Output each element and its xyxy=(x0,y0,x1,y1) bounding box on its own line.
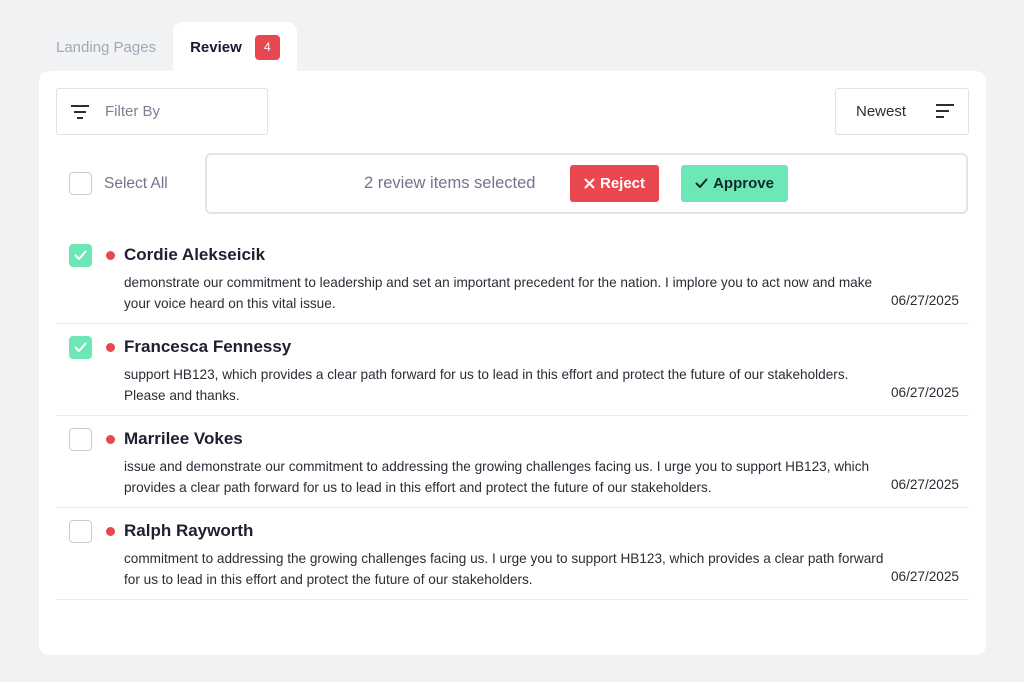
list-item[interactable]: Ralph Rayworth commitment to addressing … xyxy=(56,508,969,600)
approve-label: Approve xyxy=(713,175,774,192)
filter-label: Filter By xyxy=(105,103,161,120)
review-list: Cordie Alekseicik demonstrate our commit… xyxy=(56,232,969,600)
list-item[interactable]: Francesca Fennessy support HB123, which … xyxy=(56,324,969,416)
item-name: Francesca Fennessy xyxy=(124,337,292,356)
tab-label: Review xyxy=(190,38,242,56)
status-dot xyxy=(106,527,115,536)
item-checkbox[interactable] xyxy=(69,336,92,359)
item-body: support HB123, which provides a clear pa… xyxy=(124,367,849,403)
status-dot xyxy=(106,435,115,444)
tab-review[interactable]: Review 4 xyxy=(173,22,297,72)
item-body: issue and demonstrate our commitment to … xyxy=(124,459,870,495)
item-date: 06/27/2025 xyxy=(890,385,959,400)
item-body: commitment to addressing the growing cha… xyxy=(124,551,884,587)
check-icon xyxy=(74,250,87,260)
item-date: 06/27/2025 xyxy=(890,293,959,308)
list-item[interactable]: Cordie Alekseicik demonstrate our commit… xyxy=(56,232,969,324)
sort-dropdown[interactable]: Newest xyxy=(835,88,969,135)
select-all-checkbox[interactable] xyxy=(69,172,92,195)
item-date: 06/27/2025 xyxy=(890,569,959,584)
review-panel: Filter By Newest Select All 2 review ite… xyxy=(39,71,986,655)
item-name: Cordie Alekseicik xyxy=(124,245,266,264)
check-icon xyxy=(695,178,708,189)
item-checkbox[interactable] xyxy=(69,520,92,543)
select-all[interactable]: Select All xyxy=(69,172,168,195)
close-icon xyxy=(584,178,595,189)
tab-bar: Landing Pages Review 4 xyxy=(39,22,297,72)
item-name: Marrilee Vokes xyxy=(124,429,243,448)
item-name: Ralph Rayworth xyxy=(124,521,254,540)
selection-count-text: 2 review items selected xyxy=(364,174,536,192)
item-checkbox[interactable] xyxy=(69,428,92,451)
approve-button[interactable]: Approve xyxy=(681,165,788,202)
bulk-action-bar: 2 review items selected Reject Approve xyxy=(205,153,968,214)
review-count-badge: 4 xyxy=(254,34,280,60)
filter-by-dropdown[interactable]: Filter By xyxy=(56,88,268,135)
item-date: 06/27/2025 xyxy=(890,477,959,492)
check-icon xyxy=(74,342,87,352)
item-checkbox[interactable] xyxy=(69,244,92,267)
tab-label: Landing Pages xyxy=(56,38,157,56)
sort-icon xyxy=(936,104,954,118)
status-dot xyxy=(106,251,115,260)
select-all-label: Select All xyxy=(104,174,168,192)
reject-button[interactable]: Reject xyxy=(570,165,659,202)
sort-label: Newest xyxy=(856,103,907,120)
tab-landing-pages[interactable]: Landing Pages xyxy=(39,22,173,72)
list-item[interactable]: Marrilee Vokes issue and demonstrate our… xyxy=(56,416,969,508)
filter-icon xyxy=(71,104,89,119)
reject-label: Reject xyxy=(599,175,646,192)
status-dot xyxy=(106,343,115,352)
item-body: demonstrate our commitment to leadership… xyxy=(124,275,873,311)
